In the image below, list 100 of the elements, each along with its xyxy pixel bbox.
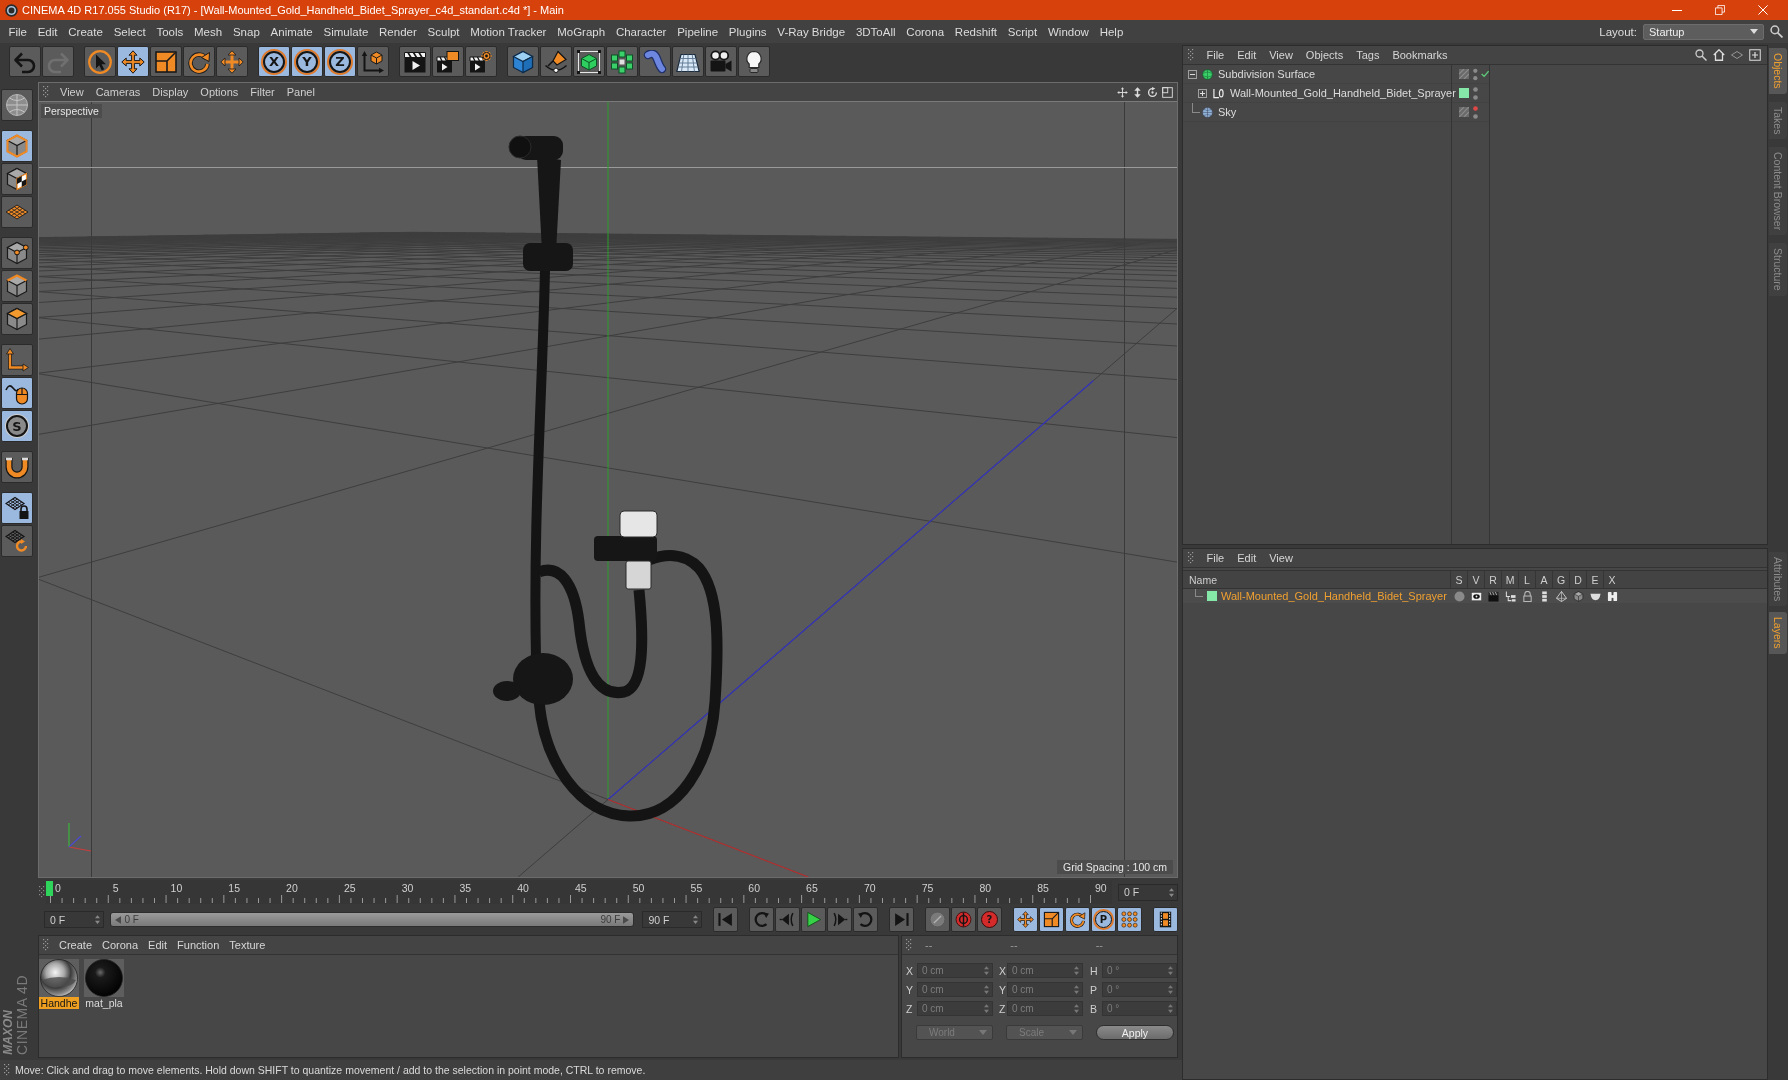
menu-item[interactable]: Mesh xyxy=(188,25,228,38)
subdivision-button[interactable] xyxy=(573,46,605,77)
column-header[interactable]: E xyxy=(1586,571,1603,588)
pan-arrows-icon[interactable] xyxy=(1117,86,1128,98)
left-arrow-icon[interactable] xyxy=(115,915,122,924)
scale-button[interactable] xyxy=(150,46,182,77)
search-icon[interactable] xyxy=(1695,49,1707,61)
menu-item[interactable]: Display xyxy=(146,86,195,98)
home-icon[interactable] xyxy=(1713,49,1725,61)
menu-item[interactable]: Tags xyxy=(1349,49,1386,61)
column-header[interactable]: V xyxy=(1467,571,1484,588)
undo-button[interactable] xyxy=(9,46,41,77)
axis-lock-button[interactable]: Y xyxy=(291,46,323,77)
menu-item[interactable]: 3DToAll xyxy=(850,25,901,38)
diamond-icon[interactable] xyxy=(1731,49,1743,61)
grip-icon[interactable] xyxy=(1188,49,1194,61)
minimize-icon[interactable] xyxy=(1672,9,1682,11)
menu-item[interactable]: Objects xyxy=(1299,49,1350,61)
prev-key-button[interactable] xyxy=(749,907,774,932)
menu-item[interactable]: View xyxy=(1262,49,1300,61)
menu-item[interactable]: Sculpt xyxy=(422,25,465,38)
menu-item[interactable]: Snap xyxy=(227,25,266,38)
param-button[interactable]: P xyxy=(1091,907,1116,932)
start-frame-field[interactable]: 0 F xyxy=(44,911,105,928)
menu-item[interactable]: Edit xyxy=(1230,49,1263,61)
column-header[interactable]: Name xyxy=(1183,571,1450,588)
light-button[interactable] xyxy=(738,46,770,77)
menu-item[interactable]: Corona xyxy=(97,939,144,951)
column-header[interactable]: M xyxy=(1501,571,1518,588)
material-name[interactable]: Handhe xyxy=(39,997,79,1009)
new-panel-icon[interactable] xyxy=(1749,49,1761,61)
point-level-button[interactable] xyxy=(1117,907,1142,932)
axis-lock-button[interactable]: X xyxy=(258,46,290,77)
visibility-dots-icon[interactable] xyxy=(1473,67,1478,81)
menu-item[interactable]: File xyxy=(1200,49,1231,61)
axis-button[interactable] xyxy=(1,344,33,376)
solo-dot-icon[interactable] xyxy=(1454,590,1465,602)
orbit-icon[interactable] xyxy=(1147,86,1158,98)
grip-icon[interactable] xyxy=(39,885,45,899)
material-thumbnail[interactable]: Handhe xyxy=(39,959,79,1009)
hierarchy-icon[interactable] xyxy=(1505,590,1516,602)
render-picture-button[interactable] xyxy=(432,46,464,77)
end-frame-field[interactable]: 90 F xyxy=(642,911,702,928)
go-start-button[interactable] xyxy=(713,907,738,932)
search-icon[interactable] xyxy=(1770,25,1783,38)
layer-swatch-icon[interactable] xyxy=(1459,88,1469,98)
menu-item[interactable]: Panel xyxy=(280,86,321,98)
menu-item[interactable]: Options xyxy=(194,86,245,98)
menu-item[interactable]: Pipeline xyxy=(671,25,724,38)
object-name[interactable]: Sky xyxy=(1218,106,1237,118)
menu-item[interactable]: Plugins xyxy=(723,25,772,38)
cube-button[interactable] xyxy=(507,46,539,77)
menu-item[interactable]: Cameras xyxy=(89,86,147,98)
current-frame-field[interactable]: 0 F xyxy=(1118,883,1178,901)
edges-button[interactable] xyxy=(1,270,33,302)
solo-button[interactable]: S xyxy=(1,410,33,442)
check-icon[interactable] xyxy=(1480,70,1489,78)
camera-button[interactable] xyxy=(705,46,737,77)
grip-icon[interactable] xyxy=(43,86,49,98)
column-header[interactable]: A xyxy=(1535,571,1552,588)
grip-icon[interactable] xyxy=(4,1064,10,1076)
menu-item[interactable]: Edit xyxy=(143,939,173,951)
column-header[interactable]: D xyxy=(1569,571,1586,588)
menu-item[interactable]: Edit xyxy=(1230,552,1263,564)
restore-icon[interactable] xyxy=(1715,5,1725,15)
pen-button[interactable] xyxy=(540,46,572,77)
menu-item[interactable]: Tools xyxy=(151,25,189,38)
column-header[interactable]: G xyxy=(1552,571,1569,588)
menu-item[interactable]: Window xyxy=(1042,25,1095,38)
polygons-button[interactable] xyxy=(1,303,33,335)
menu-item[interactable]: Script xyxy=(1002,25,1043,38)
eye-icon[interactable] xyxy=(1471,590,1482,602)
plus-box-icon[interactable] xyxy=(1198,88,1207,98)
coord-system-button[interactable] xyxy=(357,46,389,77)
move-button[interactable] xyxy=(1013,907,1038,932)
menu-item[interactable]: Animate xyxy=(265,25,319,38)
cloner-button[interactable] xyxy=(606,46,638,77)
rotate-button[interactable] xyxy=(183,46,215,77)
floor-button[interactable] xyxy=(672,46,704,77)
grid-refresh-button[interactable] xyxy=(1,525,33,557)
stacked-bars-icon[interactable] xyxy=(1539,590,1550,602)
workplane-button[interactable] xyxy=(1,196,33,228)
minus-box-icon[interactable] xyxy=(1188,69,1197,79)
menu-item[interactable]: File xyxy=(3,25,33,38)
playhead-marker[interactable] xyxy=(46,881,53,896)
menu-item[interactable]: Create xyxy=(62,25,109,38)
cube-icon[interactable] xyxy=(1573,590,1584,602)
spinner-icon[interactable] xyxy=(693,915,698,924)
bidet-sprayer-drawing[interactable] xyxy=(493,135,723,822)
side-tab[interactable]: Layers xyxy=(1769,612,1787,654)
render-view-button[interactable] xyxy=(399,46,431,77)
deformer-button[interactable] xyxy=(639,46,671,77)
menu-item[interactable]: MoGraph xyxy=(551,25,611,38)
menu-item[interactable]: Character xyxy=(610,25,672,38)
model-button[interactable] xyxy=(1,130,33,162)
pyramid-icon[interactable] xyxy=(1556,590,1567,602)
menu-item[interactable]: Help xyxy=(1094,25,1129,38)
clapper-icon[interactable] xyxy=(1488,590,1499,602)
menu-item[interactable]: Filter xyxy=(244,86,281,98)
right-arrow-icon[interactable] xyxy=(623,915,630,924)
